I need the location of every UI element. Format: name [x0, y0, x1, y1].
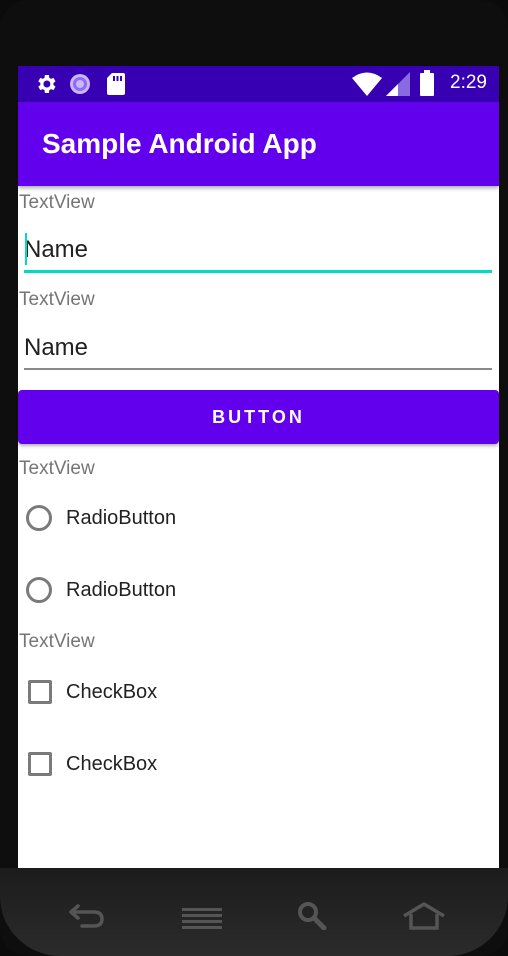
main-button[interactable]: BUTTON	[18, 390, 499, 444]
text-cursor	[25, 233, 27, 265]
name-edit-underline-1-focused	[24, 270, 492, 273]
checkbox-square-icon[interactable]	[28, 752, 52, 776]
text-view-4: TextView	[19, 631, 95, 652]
name-edit-text-1[interactable]: Name	[24, 232, 492, 268]
radio-circle-icon[interactable]	[26, 505, 52, 531]
radio-circle-icon[interactable]	[26, 577, 52, 603]
app-title: Sample Android App	[42, 128, 317, 159]
text-view-1: TextView	[19, 192, 95, 213]
status-clock: 2:29	[450, 72, 487, 93]
cell-signal-icon	[386, 72, 410, 101]
menu-icon[interactable]	[182, 900, 222, 935]
back-icon[interactable]	[68, 900, 108, 935]
app-bar: Sample Android App	[18, 102, 499, 186]
sync-icon	[68, 72, 92, 101]
search-icon[interactable]	[296, 900, 330, 935]
radio-button-label: RadioButton	[66, 507, 177, 529]
status-bar: 2:29	[18, 66, 499, 102]
wifi-icon	[352, 71, 382, 102]
sd-card-icon	[106, 72, 126, 101]
app-screen: 2:29 Sample Android App TextView Name Te…	[18, 66, 499, 868]
checkbox-label: CheckBox	[66, 681, 158, 703]
checkbox-square-icon[interactable]	[28, 680, 52, 704]
text-view-2: TextView	[19, 289, 95, 310]
radio-button-label: RadioButton	[66, 579, 177, 601]
checkbox-label: CheckBox	[66, 753, 158, 775]
battery-icon	[420, 70, 434, 101]
name-edit-underline-2	[24, 368, 492, 370]
home-icon[interactable]	[402, 900, 446, 935]
name-edit-text-2[interactable]: Name	[24, 330, 492, 366]
settings-icon	[34, 72, 58, 101]
text-view-3: TextView	[19, 458, 95, 479]
device-frame: 2:29 Sample Android App TextView Name Te…	[0, 0, 508, 956]
